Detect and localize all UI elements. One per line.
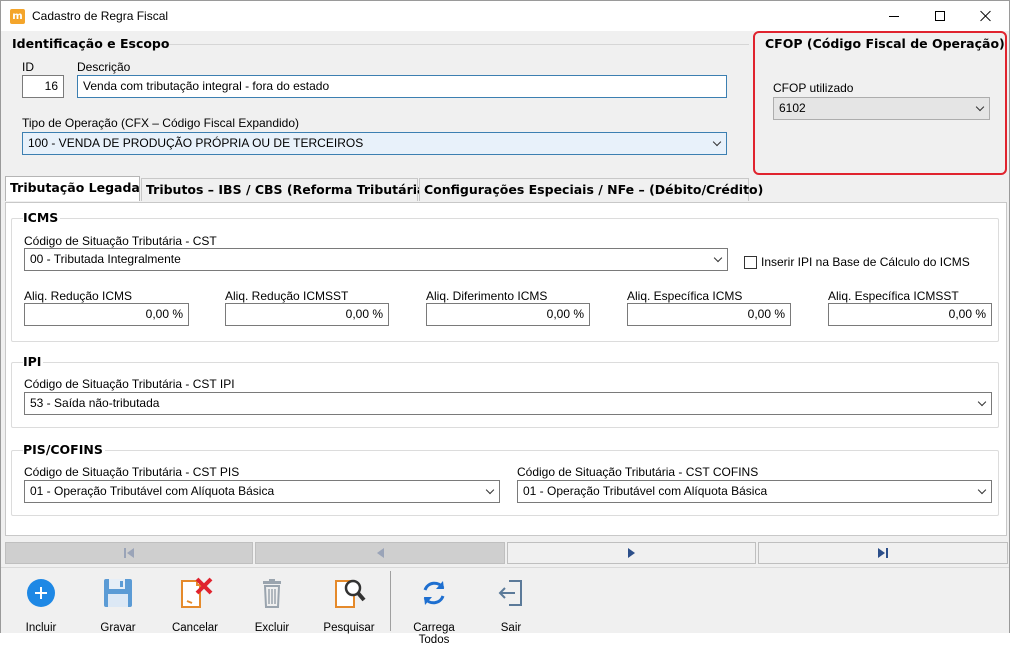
gravar-label: Gravar: [100, 622, 136, 634]
sair-label: Sair: [500, 622, 522, 634]
window-title: Cadastro de Regra Fiscal: [32, 9, 169, 23]
nav-first-button[interactable]: [5, 542, 253, 564]
icms-cst-select[interactable]: 00 - Tributada Integralmente: [24, 248, 728, 271]
cancelar-label: Cancelar: [171, 622, 219, 634]
cfop-group-title: CFOP (Código Fiscal de Operação): [765, 36, 1005, 51]
exit-icon: [498, 580, 522, 606]
cofins-cst-select[interactable]: 01 - Operação Tributável com Alíquota Bá…: [517, 480, 992, 503]
cancelar-button[interactable]: Cancelar: [160, 571, 230, 634]
previous-icon: [376, 548, 384, 558]
save-icon: [104, 579, 132, 607]
aliq-diferimento-icms-field[interactable]: 0,00 %: [426, 303, 590, 326]
pesquisar-button[interactable]: Pesquisar: [314, 571, 384, 634]
cofins-cst-label: Código de Situação Tributária - CST COFI…: [517, 465, 759, 479]
tab-tributos-ibs-cbs[interactable]: Tributos – IBS / CBS (Reforma Tributária…: [141, 178, 431, 201]
identificacao-group-title: Identificação e Escopo: [12, 36, 170, 51]
pis-cofins-group-title: PIS/COFINS: [23, 442, 105, 457]
id-field[interactable]: 16: [22, 75, 64, 98]
aliq-reducao-icms-label: Aliq. Redução ICMS: [24, 289, 133, 303]
minimize-icon: [889, 15, 899, 17]
cfop-select[interactable]: 6102: [773, 97, 990, 120]
descricao-label: Descrição: [77, 60, 131, 74]
tipo-operacao-value: 100 - VENDA DE PRODUÇÃO PRÓPRIA OU DE TE…: [28, 136, 364, 150]
ipi-cst-label: Código de Situação Tributária - CST IPI: [24, 377, 235, 391]
aliq-especifica-icms-field[interactable]: 0,00 %: [627, 303, 791, 326]
chevron-down-icon: [713, 139, 721, 147]
nav-last-button[interactable]: [758, 542, 1008, 564]
aliq-especifica-icmsst-label: Aliq. Específica ICMSST: [828, 289, 959, 303]
chevron-down-icon: [714, 255, 722, 263]
nav-next-button[interactable]: [507, 542, 756, 564]
cofins-cst-value: 01 - Operação Tributável com Alíquota Bá…: [523, 484, 768, 498]
close-button[interactable]: [963, 1, 1009, 31]
id-label: ID: [22, 60, 34, 74]
next-icon: [628, 548, 635, 558]
toolbar-separator: [390, 571, 391, 631]
icms-cst-value: 00 - Tributada Integralmente: [30, 252, 181, 266]
title-bar: m Cadastro de Regra Fiscal: [1, 1, 1009, 31]
aliq-reducao-icmsst-label: Aliq. Redução ICMSST: [225, 289, 349, 303]
tipo-operacao-select[interactable]: 100 - VENDA DE PRODUÇÃO PRÓPRIA OU DE TE…: [22, 132, 727, 155]
inserir-ipi-checkbox[interactable]: [744, 256, 757, 269]
ipi-cst-select[interactable]: 53 - Saída não-tributada: [24, 392, 992, 415]
incluir-button[interactable]: Incluir: [6, 571, 76, 634]
cfop-label: CFOP utilizado: [773, 81, 854, 95]
add-icon: [27, 579, 55, 607]
chevron-down-icon: [978, 399, 986, 407]
minimize-button[interactable]: [871, 1, 917, 31]
descricao-field[interactable]: Venda com tributação integral - fora do …: [77, 75, 727, 98]
close-icon: [980, 10, 992, 22]
tab-content-panel: ICMS Código de Situação Tributária - CST…: [5, 202, 1007, 536]
icms-cst-label: Código de Situação Tributária - CST: [24, 234, 217, 248]
carrega-todos-label: Carrega Todos: [413, 622, 455, 646]
pis-cst-label: Código de Situação Tributária - CST PIS: [24, 465, 240, 479]
skip-first-icon: [124, 548, 126, 558]
cfop-value: 6102: [779, 101, 806, 115]
aliq-reducao-icms-field[interactable]: 0,00 %: [24, 303, 189, 326]
pis-cst-select[interactable]: 01 - Operação Tributável com Alíquota Bá…: [24, 480, 500, 503]
pesquisar-label: Pesquisar: [323, 622, 375, 634]
trash-icon: [263, 579, 281, 608]
aliq-especifica-icmsst-field[interactable]: 0,00 %: [828, 303, 992, 326]
nav-previous-button[interactable]: [255, 542, 505, 564]
incluir-label: Incluir: [25, 622, 57, 634]
refresh-icon: [423, 581, 445, 605]
carrega-todos-button[interactable]: Carrega Todos: [397, 571, 471, 646]
maximize-button[interactable]: [917, 1, 963, 31]
ipi-group-title: IPI: [23, 354, 44, 369]
skip-last-arrow: [878, 548, 885, 558]
pis-cst-value: 01 - Operação Tributável com Alíquota Bá…: [30, 484, 275, 498]
maximize-icon: [935, 11, 945, 21]
tab-configuracoes-especiais[interactable]: Configurações Especiais / NFe – (Débito/…: [419, 178, 763, 201]
chevron-down-icon: [978, 487, 986, 495]
inserir-ipi-label: Inserir IPI na Base de Cálculo do ICMS: [761, 255, 970, 269]
ipi-cst-value: 53 - Saída não-tributada: [30, 396, 160, 410]
sair-button[interactable]: Sair: [476, 571, 546, 634]
chevron-down-icon: [976, 104, 984, 112]
tipo-operacao-label: Tipo de Operação (CFX – Código Fiscal Ex…: [22, 116, 300, 130]
gravar-button[interactable]: Gravar: [83, 571, 153, 634]
excluir-label: Excluir: [254, 622, 290, 634]
search-document-icon: [335, 579, 366, 608]
skip-last-icon: [886, 548, 888, 558]
chevron-down-icon: [486, 487, 494, 495]
icms-group-title: ICMS: [23, 210, 61, 225]
tab-tributacao-legada[interactable]: Tributação Legada: [5, 176, 140, 201]
app-icon: m: [10, 9, 25, 24]
cancel-document-icon: [181, 577, 213, 608]
excluir-button[interactable]: Excluir: [237, 571, 307, 634]
aliq-diferimento-icms-label: Aliq. Diferimento ICMS: [426, 289, 548, 303]
aliq-reducao-icmsst-field[interactable]: 0,00 %: [225, 303, 389, 326]
skip-first-arrow: [127, 548, 134, 558]
group-separator: [161, 44, 749, 45]
aliq-especifica-icms-label: Aliq. Específica ICMS: [627, 289, 743, 303]
main-window: m Cadastro de Regra Fiscal Identificação…: [0, 0, 1010, 646]
